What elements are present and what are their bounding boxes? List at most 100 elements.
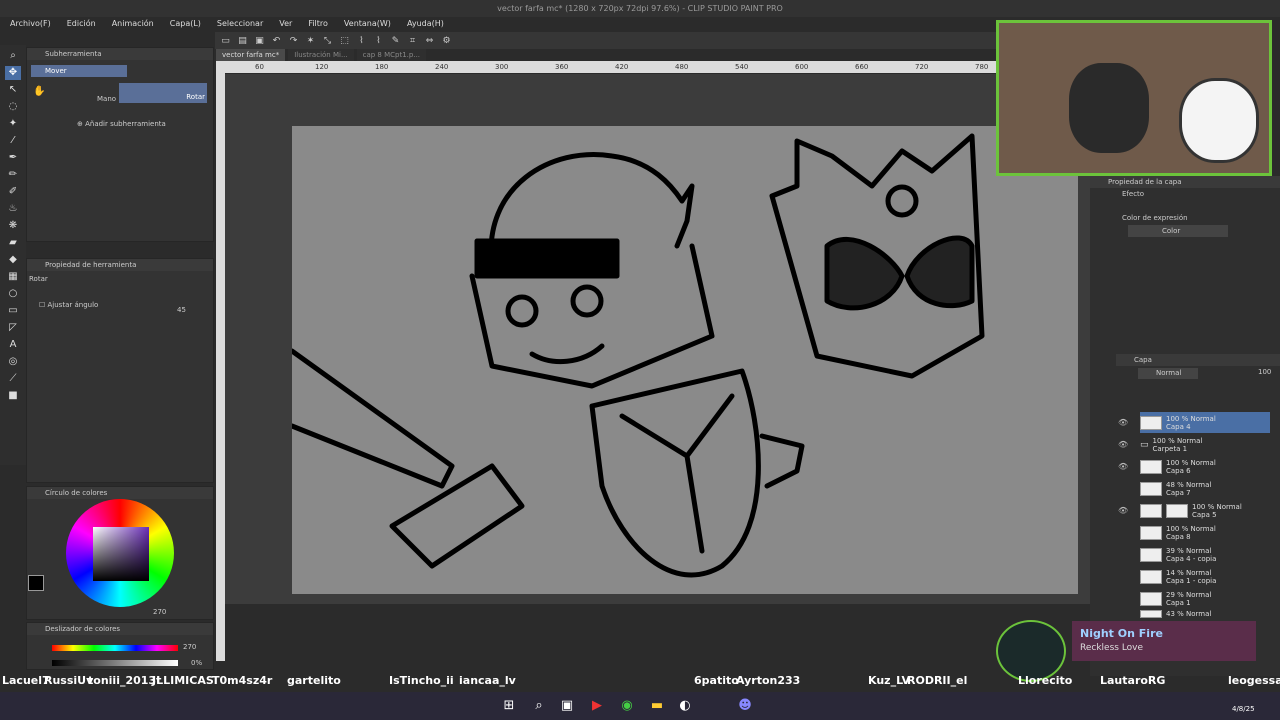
frame-icon[interactable]: ▭ xyxy=(5,304,21,318)
color-wheel-tab[interactable]: Círculo de colores xyxy=(27,487,213,499)
layer-blend: 14 % Normal xyxy=(1166,568,1212,577)
saturation-square[interactable] xyxy=(93,527,149,581)
browser-icon[interactable]: ◉ xyxy=(618,697,636,715)
hue-slider[interactable] xyxy=(52,645,178,651)
layer-row[interactable]: 14 % Normal Capa 1 - copia xyxy=(1140,566,1270,587)
snap-icon[interactable]: ⌇ xyxy=(355,35,368,47)
layer-panel-tab[interactable]: Capa xyxy=(1116,354,1280,366)
hand-icon[interactable]: ✋ xyxy=(33,86,45,97)
layer-row[interactable]: 29 % Normal Capa 1 xyxy=(1140,588,1270,609)
menu-edicion[interactable]: Edición xyxy=(67,17,96,31)
menu-archivo[interactable]: Archivo(F) xyxy=(10,17,51,31)
subtool-tab[interactable]: Subherramienta xyxy=(27,48,213,60)
balloon-icon[interactable]: ◎ xyxy=(5,355,21,369)
tool-property-tab[interactable]: Propiedad de herramienta xyxy=(27,259,213,271)
add-subtool-button[interactable]: ⊕ Añadir subherramienta xyxy=(77,120,166,128)
subtool-rotar[interactable]: Rotar xyxy=(119,83,207,103)
snap-ruler-icon[interactable]: ⌇ xyxy=(372,35,385,47)
snap-angle-checkbox[interactable]: ☐ Ajustar ángulo xyxy=(39,301,98,309)
subtool-mano[interactable]: Mano xyxy=(97,95,116,103)
correct-line-icon[interactable]: ⟋ xyxy=(5,372,21,386)
layer-blend: 100 % Normal xyxy=(1192,502,1242,511)
eye-icon[interactable]: 👁 xyxy=(1118,418,1128,427)
layer-row[interactable]: 100 % Normal Capa 6 xyxy=(1140,456,1270,477)
magic-wand-icon[interactable]: ✦ xyxy=(5,117,21,131)
menu-filtro[interactable]: Filtro xyxy=(308,17,328,31)
eye-icon[interactable]: 👁 xyxy=(1118,506,1128,515)
eyedropper-icon[interactable]: ⁄ xyxy=(5,134,21,148)
lasso-tool-icon[interactable]: ◌ xyxy=(5,100,21,114)
subtool-mover[interactable]: Mover xyxy=(31,65,127,77)
chat-user: 6patito xyxy=(694,674,739,687)
doc-tab-ilustracion[interactable]: Ilustración Mi... xyxy=(288,49,354,61)
airbrush-icon[interactable]: ♨ xyxy=(5,202,21,216)
opacity-value[interactable]: 100 xyxy=(1258,368,1271,376)
folder-icon[interactable]: ▬ xyxy=(648,697,666,715)
undo-icon[interactable]: ↶ xyxy=(270,35,283,47)
redo-icon[interactable]: ↷ xyxy=(287,35,300,47)
color-mode-select[interactable]: Color xyxy=(1128,225,1228,237)
menu-capa[interactable]: Capa(L) xyxy=(170,17,201,31)
menu-ayuda[interactable]: Ayuda(H) xyxy=(407,17,444,31)
menu-animacion[interactable]: Animación xyxy=(112,17,154,31)
crop-icon[interactable]: ⌗ xyxy=(406,35,419,47)
pencil-tool-icon[interactable]: ✏ xyxy=(5,168,21,182)
discord-icon[interactable]: ☻ xyxy=(736,697,754,715)
flip-icon[interactable]: ⇔ xyxy=(423,35,436,47)
new-icon[interactable]: ▭ xyxy=(219,35,232,47)
decoration-icon[interactable]: ❋ xyxy=(5,219,21,233)
layer-row[interactable]: 39 % Normal Capa 4 - copia xyxy=(1140,544,1270,565)
main-color-swatch[interactable] xyxy=(28,575,44,591)
chat-user: leogessa xyxy=(1228,674,1280,687)
main-color-icon[interactable]: ■ xyxy=(5,389,21,403)
blend-mode-select[interactable]: Normal xyxy=(1138,368,1198,379)
eye-icon[interactable]: 👁 xyxy=(1118,440,1128,449)
tool-palette: ⌕ ✥ ↖ ◌ ✦ ⁄ ✒ ✏ ✐ ♨ ❋ ▰ ◆ ▦ ○ ▭ ◸ A ◎ ⟋ … xyxy=(0,45,26,465)
gradient-icon[interactable]: ▦ xyxy=(5,270,21,284)
youtube-icon[interactable]: ▶ xyxy=(588,697,606,715)
eye-icon[interactable]: 👁 xyxy=(1118,462,1128,471)
zoom-tool-icon[interactable]: ⌕ xyxy=(5,49,21,63)
layer-property-tab[interactable]: Propiedad de la capa xyxy=(1090,176,1280,188)
layer-name: Capa 4 - copia xyxy=(1166,554,1217,563)
select-all-icon[interactable]: ⬚ xyxy=(338,35,351,47)
doc-tab-vector[interactable]: vector farfa mc* xyxy=(216,49,286,61)
text-tool-icon[interactable]: A xyxy=(5,338,21,352)
slider-h-value: 270 xyxy=(183,643,197,651)
figure-icon[interactable]: ○ xyxy=(5,287,21,301)
menu-ver[interactable]: Ver xyxy=(279,17,292,31)
transform-icon[interactable]: ⤡ xyxy=(321,35,334,47)
photos-icon[interactable]: ▣ xyxy=(558,697,576,715)
layer-row[interactable]: 100 % Normal Capa 4 xyxy=(1140,412,1270,433)
layer-row[interactable]: 100 % Normal Capa 8 xyxy=(1140,522,1270,543)
artboard[interactable] xyxy=(292,126,1078,594)
eraser-icon[interactable]: ▰ xyxy=(5,236,21,250)
menu-seleccionar[interactable]: Seleccionar xyxy=(217,17,263,31)
color-slider-tab[interactable]: Deslizador de colores xyxy=(27,623,213,635)
angle-value[interactable]: 45 xyxy=(177,306,186,314)
search-icon[interactable]: ⌕ xyxy=(530,697,548,715)
chat-user: RODRII_el xyxy=(907,674,968,687)
menu-ventana[interactable]: Ventana(W) xyxy=(344,17,391,31)
clear-icon[interactable]: ✶ xyxy=(304,35,317,47)
open-icon[interactable]: ▤ xyxy=(236,35,249,47)
layer-row[interactable]: 48 % Normal Capa 7 xyxy=(1140,478,1270,499)
layer-row[interactable]: 100 % Normal Capa 5 xyxy=(1140,500,1270,521)
layer-row[interactable]: 43 % Normal xyxy=(1140,608,1270,620)
obs-icon[interactable]: ◐ xyxy=(676,697,694,715)
pen-tool-icon[interactable]: ✒ xyxy=(5,151,21,165)
layer-row[interactable]: ▭ 100 % Normal Carpeta 1 xyxy=(1140,434,1270,455)
pen-settings-icon[interactable]: ✎ xyxy=(389,35,402,47)
move-tool-icon[interactable]: ✥ xyxy=(5,66,21,80)
operation-tool-icon[interactable]: ↖ xyxy=(5,83,21,97)
fill-icon[interactable]: ◆ xyxy=(5,253,21,267)
save-icon[interactable]: ▣ xyxy=(253,35,266,47)
settings-icon[interactable]: ⚙ xyxy=(440,35,453,47)
windows-start-icon[interactable]: ⊞ xyxy=(500,697,518,715)
layer-blend: 100 % Normal xyxy=(1152,436,1203,445)
ruler-icon[interactable]: ◸ xyxy=(5,321,21,335)
brush-tool-icon[interactable]: ✐ xyxy=(5,185,21,199)
doc-tab-cap8[interactable]: cap 8 MCpt1.p... xyxy=(356,49,427,61)
saturation-slider[interactable] xyxy=(52,660,178,666)
ruler-tick: 540 xyxy=(735,63,749,71)
